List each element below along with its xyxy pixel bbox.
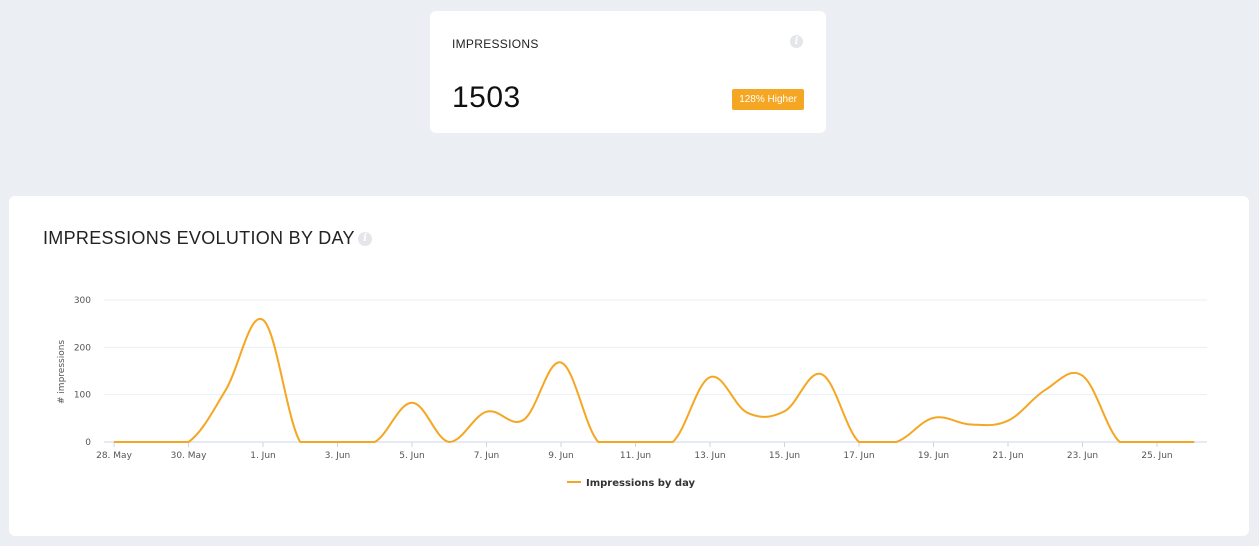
x-tick-label: 11. Jun (620, 451, 651, 461)
kpi-value: 1503 (452, 81, 521, 114)
y-tick-label: 200 (74, 343, 91, 353)
x-tick-label: 9. Jun (548, 451, 574, 461)
info-icon[interactable]: i (790, 35, 803, 48)
x-tick-label: 25. Jun (1141, 451, 1172, 461)
y-tick-label: 300 (74, 296, 91, 306)
x-tick-label: 17. Jun (843, 451, 874, 461)
impressions-chart-card: IMPRESSIONS EVOLUTION BY DAY i 0 100 200 30… (9, 196, 1249, 536)
comparison-badge: 128% Higher (732, 89, 804, 110)
x-tick-label: 30. May (171, 451, 207, 461)
x-tick-label: 23. Jun (1067, 451, 1098, 461)
y-axis-label: # impressions (57, 340, 67, 405)
series-line-impressions-by-day (113, 317, 1195, 443)
x-tick-label: 3. Jun (325, 451, 351, 461)
impressions-kpi-card: IMPRESSIONS i 1503 128% Higher (430, 11, 826, 133)
legend-label: Impressions by day (586, 478, 696, 489)
impressions-line-chart: 0 100 200 300 # impressions 28. May 30. May 1. … (57, 296, 1207, 489)
y-tick-label: 100 (74, 391, 91, 401)
x-tick-label: 21. Jun (992, 451, 1023, 461)
x-tick-label: 7. Jun (474, 451, 500, 461)
x-tick-label: 5. Jun (399, 451, 425, 461)
kpi-title: IMPRESSIONS (452, 37, 539, 51)
x-tick-label: 15. Jun (769, 451, 800, 461)
x-tick-label: 1. Jun (250, 451, 276, 461)
y-tick-label: 0 (85, 438, 91, 448)
x-tick-label: 28. May (96, 451, 132, 461)
x-tick-label: 13. Jun (694, 451, 725, 461)
x-tick-label: 19. Jun (918, 451, 949, 461)
